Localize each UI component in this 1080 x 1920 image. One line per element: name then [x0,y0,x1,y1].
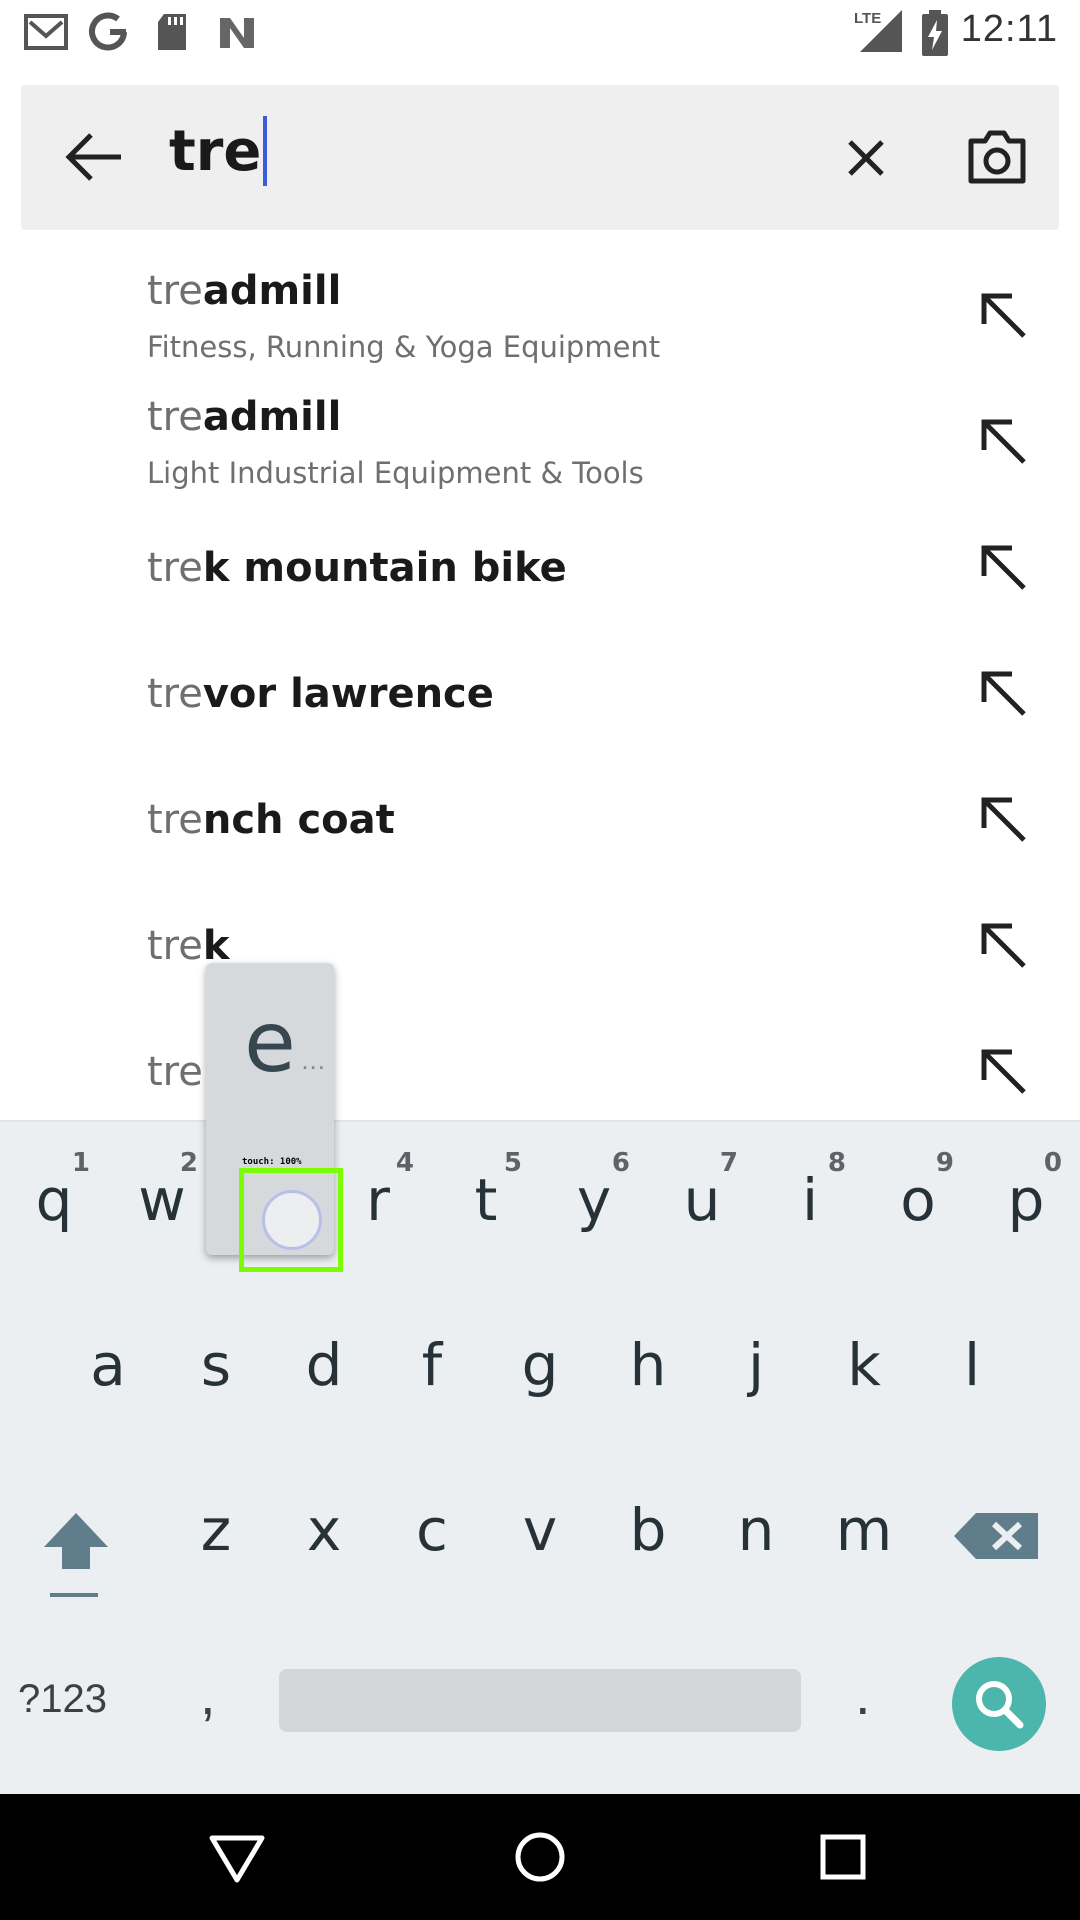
sd-card-icon [158,14,186,50]
space-bar[interactable] [279,1669,801,1732]
suggestion-text: trek mountain bike [147,545,567,591]
key-preview-letter: e [244,993,296,1091]
key-k[interactable]: k [810,1287,918,1427]
search-icon [976,1681,1024,1729]
suggestion-item[interactable]: trek mountain bike [0,502,1080,628]
key-x[interactable]: x [270,1452,378,1592]
key-i[interactable]: 8i [756,1122,864,1262]
key-v[interactable]: v [486,1452,594,1592]
key-w[interactable]: 2w [108,1122,216,1262]
key-j[interactable]: j [702,1287,810,1427]
suggestion-text: treadmill [147,394,342,440]
key-o[interactable]: 9o [864,1122,972,1262]
touch-label: touch: 100% [242,1157,302,1167]
suggestion-category: Fitness, Running & Yoga Equipment [147,330,661,364]
arrow-up-left-icon[interactable] [978,542,1030,594]
key-u[interactable]: 7u [648,1122,756,1262]
n-notification-icon [220,18,254,48]
touch-point [262,1190,322,1250]
key-f[interactable]: f [378,1287,486,1427]
symbols-key[interactable]: ?123 [18,1677,107,1722]
arrow-up-left-icon[interactable] [978,1046,1030,1098]
arrow-up-left-icon[interactable] [978,668,1030,720]
suggestion-category: Light Industrial Equipment & Tools [147,456,644,490]
key-q[interactable]: 1q [0,1122,108,1262]
key-y[interactable]: 6y [540,1122,648,1262]
google-icon [89,12,127,51]
key-d[interactable]: d [270,1287,378,1427]
network-label: LTE [854,10,882,27]
key-h[interactable]: h [594,1287,702,1427]
status-bar: LTE 12:11 [0,0,1080,66]
backspace-icon[interactable] [950,1497,1058,1637]
arrow-left-icon[interactable] [61,123,129,191]
status-clock: 12:11 [960,8,1058,50]
back-triangle-icon[interactable] [204,1824,270,1890]
search-query-text: tre [169,119,262,184]
keyboard-search-button[interactable] [952,1657,1046,1751]
camera-icon[interactable] [961,123,1033,191]
search-input[interactable]: tre [169,115,268,186]
search-bar: tre [21,85,1059,230]
shift-icon[interactable] [22,1497,130,1637]
close-icon[interactable] [836,128,896,188]
key-s[interactable]: s [162,1287,270,1427]
arrow-up-left-icon[interactable] [978,794,1030,846]
key-n[interactable]: n [702,1452,810,1592]
suggestion-item[interactable]: trevor lawrence [0,628,1080,754]
key-c[interactable]: c [378,1452,486,1592]
key-t[interactable]: 5t [432,1122,540,1262]
key-a[interactable]: a [54,1287,162,1427]
key-m[interactable]: m [810,1452,918,1592]
more-keys-indicator: ... [301,1045,326,1075]
gmail-icon [24,14,68,50]
key-b[interactable]: b [594,1452,702,1592]
battery-charging-icon [922,10,948,56]
home-circle-icon[interactable] [507,1824,573,1890]
arrow-up-left-icon[interactable] [978,416,1030,468]
suggestion-item[interactable]: treadmill Light Industrial Equipment & T… [0,376,1080,502]
navigation-bar [0,1794,1080,1920]
text-cursor [263,115,268,186]
key-g[interactable]: g [486,1287,594,1427]
key-z[interactable]: z [162,1452,270,1592]
arrow-up-left-icon[interactable] [978,920,1030,972]
suggestion-text: trevor lawrence [147,671,494,717]
key-l[interactable]: l [918,1287,1026,1427]
comma-key[interactable]: , [200,1662,216,1727]
suggestion-item[interactable]: trek [0,880,1080,1006]
soft-keyboard: 1q 2w 3e 4r 5t 6y 7u 8i 9o 0p a s d f g … [0,1120,1080,1794]
lte-signal-icon: LTE [852,6,904,56]
period-key[interactable]: . [855,1662,871,1727]
arrow-up-left-icon[interactable] [978,290,1030,342]
suggestion-text: treadmill [147,268,342,314]
recents-square-icon[interactable] [810,1824,876,1890]
key-p[interactable]: 0p [972,1122,1080,1262]
suggestion-item[interactable]: tren [0,1006,1080,1132]
suggestion-text: trench coat [147,797,395,843]
suggestion-item[interactable]: trench coat [0,754,1080,880]
suggestion-item[interactable]: treadmill Fitness, Running & Yoga Equipm… [0,250,1080,376]
